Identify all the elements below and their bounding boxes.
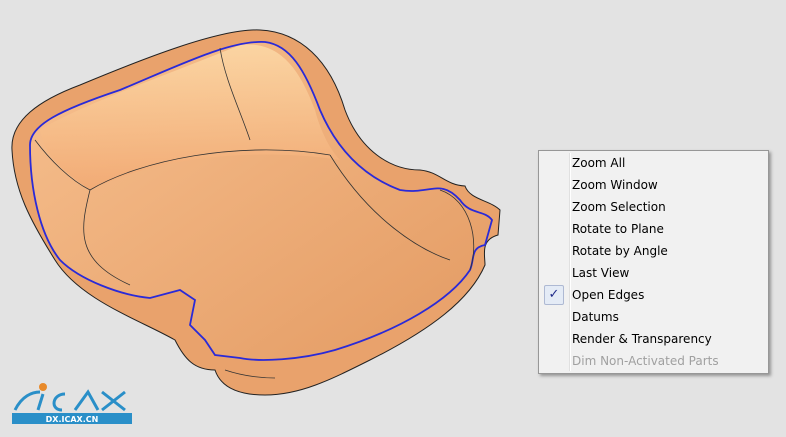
menu-item-dim-non-activated-parts: Dim Non-Activated Parts [541, 350, 766, 372]
menu-item-zoom-all[interactable]: Zoom All [541, 152, 766, 174]
menu-item-zoom-window[interactable]: Zoom Window [541, 174, 766, 196]
menu-item-label: Last View [572, 266, 630, 280]
menu-item-datums[interactable]: Datums [541, 306, 766, 328]
menu-item-label: Dim Non-Activated Parts [572, 354, 719, 368]
menu-item-label: Zoom Selection [572, 200, 666, 214]
menu-item-open-edges[interactable]: ✓ Open Edges [541, 284, 766, 306]
menu-item-zoom-selection[interactable]: Zoom Selection [541, 196, 766, 218]
icax-logo: DX.ICAX.CN [12, 383, 132, 424]
menu-item-label: Render & Transparency [572, 332, 712, 346]
checkmark-icon: ✓ [544, 285, 564, 305]
menu-item-label: Zoom All [572, 156, 626, 170]
menu-item-rotate-by-angle[interactable]: Rotate by Angle [541, 240, 766, 262]
part-model[interactable] [11, 29, 501, 396]
menu-item-label: Zoom Window [572, 178, 658, 192]
context-menu: Zoom All Zoom Window Zoom Selection Rota… [538, 150, 769, 374]
menu-item-label: Rotate to Plane [572, 222, 664, 236]
menu-item-label: Open Edges [572, 288, 645, 302]
svg-text:DX.ICAX.CN: DX.ICAX.CN [46, 415, 99, 424]
menu-item-rotate-to-plane[interactable]: Rotate to Plane [541, 218, 766, 240]
menu-item-render-transparency[interactable]: Render & Transparency [541, 328, 766, 350]
menu-item-last-view[interactable]: Last View [541, 262, 766, 284]
menu-item-label: Rotate by Angle [572, 244, 668, 258]
menu-item-label: Datums [572, 310, 619, 324]
